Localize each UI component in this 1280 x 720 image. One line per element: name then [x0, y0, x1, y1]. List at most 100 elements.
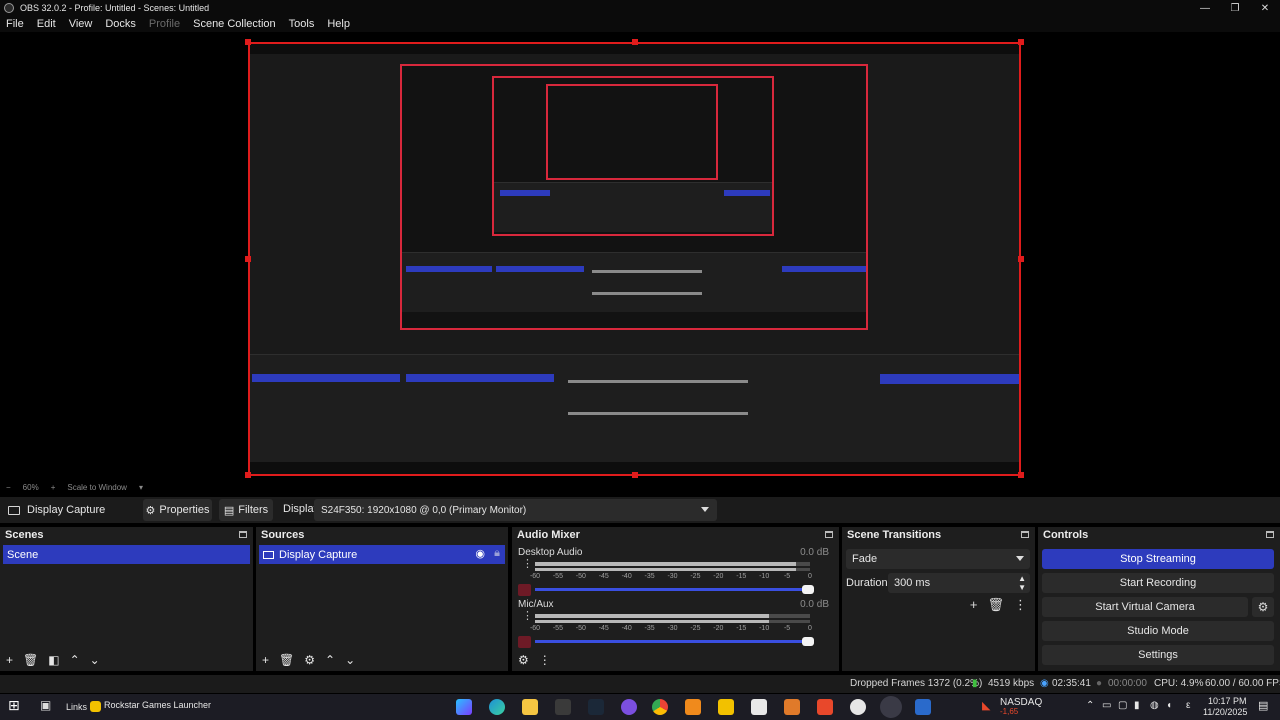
meter-scale: -60 -55 -50 -45 -40 -35 -30 -25 -20 -15 -10 -5 0 — [530, 625, 812, 633]
zoom-in-icon[interactable]: + — [51, 483, 56, 492]
move-down-icon[interactable]: ⌄ — [90, 653, 100, 667]
ime-indicator[interactable]: ε — [1186, 700, 1190, 711]
store-icon[interactable] — [751, 699, 767, 715]
add-icon[interactable]: + — [6, 653, 13, 667]
steam-icon[interactable] — [915, 699, 931, 715]
volume-slider[interactable] — [535, 585, 814, 594]
window-title: OBS 32.0.2 - Profile: Untitled - Scenes:… — [20, 3, 210, 13]
mixer-settings-icon[interactable]: ⚙ — [518, 653, 529, 667]
clock-date[interactable]: 11/20/2025 — [1203, 707, 1247, 717]
chevron-down-icon[interactable]: ▾ — [139, 483, 143, 492]
edge-icon[interactable] — [489, 699, 505, 715]
resize-handle[interactable] — [245, 472, 251, 478]
duration-input[interactable]: 300 ms ▲ ▼ — [888, 573, 1030, 593]
menu-file[interactable]: File — [6, 18, 24, 30]
start-virtual-camera-button[interactable]: Start Virtual Camera — [1042, 597, 1248, 617]
virtual-camera-settings-button[interactable]: ⚙ — [1252, 597, 1274, 617]
resize-handle[interactable] — [632, 39, 638, 45]
resize-handle[interactable] — [1018, 472, 1024, 478]
zoom-out-icon[interactable]: − — [6, 483, 11, 492]
mic-mute-icon[interactable] — [518, 636, 531, 648]
gear-icon[interactable]: ⚙ — [304, 653, 315, 667]
chevron-up-icon[interactable]: ⌃ — [1086, 700, 1094, 711]
tray-icon[interactable]: ▢ — [1118, 700, 1127, 711]
menu-edit[interactable]: Edit — [37, 18, 56, 30]
settings-button[interactable]: Settings — [1042, 645, 1274, 665]
menu-view[interactable]: View — [69, 18, 93, 30]
copilot-icon[interactable] — [456, 699, 472, 715]
vlc-icon[interactable] — [685, 699, 701, 715]
more-options-icon[interactable]: ⋮ — [522, 611, 533, 622]
more-options-icon[interactable]: ⋮ — [1014, 597, 1027, 613]
clock-time[interactable]: 10:17 PM — [1208, 696, 1247, 706]
more-options-icon[interactable]: ⋮ — [522, 559, 533, 570]
rockstar-icon[interactable] — [718, 699, 734, 715]
properties-button[interactable]: ⚙ Properties — [143, 499, 212, 521]
source-item[interactable]: Display Capture ◉ 🔒︎ — [259, 545, 505, 564]
add-icon[interactable]: + — [262, 653, 269, 667]
network-icon[interactable]: ◍ — [1150, 700, 1159, 711]
undock-icon[interactable] — [1021, 531, 1029, 538]
brave-icon[interactable] — [817, 699, 833, 715]
more-options-icon[interactable]: ⋮ — [539, 653, 551, 667]
notepad-icon[interactable] — [784, 699, 800, 715]
preview-canvas[interactable] — [248, 42, 1021, 476]
maximize-button[interactable]: ❐ — [1220, 0, 1250, 16]
move-up-icon[interactable]: ⌃ — [325, 653, 335, 667]
menu-scene-collection[interactable]: Scene Collection — [193, 18, 276, 30]
chrome-icon[interactable] — [652, 699, 668, 715]
resize-handle[interactable] — [632, 472, 638, 478]
discord-icon[interactable] — [621, 699, 637, 715]
add-icon[interactable]: + — [970, 597, 978, 613]
minimize-button[interactable]: — — [1190, 0, 1220, 16]
captured-preview-level2 — [492, 76, 774, 236]
resize-handle[interactable] — [1018, 256, 1024, 262]
scene-item[interactable]: Scene — [3, 545, 250, 564]
start-recording-button[interactable]: Start Recording — [1042, 573, 1274, 593]
rockstar-icon[interactable] — [90, 701, 101, 712]
task-view-icon[interactable]: ▣ — [40, 698, 56, 714]
move-down-icon[interactable]: ⌄ — [345, 653, 355, 667]
filters-button[interactable]: ▤ Filters — [219, 499, 273, 521]
stop-streaming-button[interactable]: Stop Streaming — [1042, 549, 1274, 569]
obs-taskbar-icon[interactable] — [880, 696, 902, 718]
studio-mode-button[interactable]: Studio Mode — [1042, 621, 1274, 641]
scale-mode-select[interactable]: Scale to Window — [67, 483, 127, 492]
filter-icon[interactable]: ◧ — [48, 653, 59, 667]
menu-profile[interactable]: Profile — [149, 18, 180, 30]
spin-arrows-icon[interactable]: ▲ ▼ — [1018, 574, 1026, 592]
trash-icon[interactable]: 🗑 — [23, 653, 38, 667]
undock-icon[interactable] — [825, 531, 833, 538]
resize-handle[interactable] — [245, 39, 251, 45]
resize-handle[interactable] — [245, 256, 251, 262]
eye-icon[interactable]: ◉ — [475, 547, 485, 560]
close-button[interactable]: ✕ — [1250, 0, 1280, 16]
settings-icon[interactable] — [850, 699, 866, 715]
rockstar-launcher-link[interactable]: Rockstar Games Launcher — [104, 700, 211, 710]
move-up-icon[interactable]: ⌃ — [70, 653, 80, 667]
steam-icon[interactable] — [588, 699, 604, 715]
menu-docks[interactable]: Docks — [105, 18, 136, 30]
links-toolbar[interactable]: Links — [66, 702, 87, 712]
meter-tick-label: -60 — [529, 625, 541, 632]
volume-slider[interactable] — [535, 637, 814, 646]
calculator-icon[interactable] — [555, 699, 571, 715]
windows-start-icon[interactable]: ⊞ — [8, 697, 24, 713]
volume-icon[interactable]: ◖ — [1166, 700, 1172, 711]
undock-icon[interactable] — [239, 531, 247, 538]
preview-area[interactable] — [0, 32, 1280, 480]
menu-help[interactable]: Help — [327, 18, 350, 30]
transition-select[interactable]: Fade — [846, 549, 1030, 569]
trash-icon[interactable]: 🗑 — [987, 597, 1004, 613]
speaker-mute-icon[interactable] — [518, 584, 531, 596]
display-select[interactable]: S24F350: 1920x1080 @ 0,0 (Primary Monito… — [314, 499, 717, 521]
resize-handle[interactable] — [1018, 39, 1024, 45]
file-explorer-icon[interactable] — [522, 699, 538, 715]
lock-icon[interactable]: 🔒︎ — [494, 547, 500, 560]
tray-icon[interactable]: ▮ — [1134, 700, 1140, 711]
notification-icon[interactable]: ▤ — [1258, 699, 1268, 712]
tray-icon[interactable]: ▭ — [1102, 700, 1111, 711]
trash-icon[interactable]: 🗑 — [279, 653, 294, 667]
undock-icon[interactable] — [1266, 531, 1274, 538]
menu-tools[interactable]: Tools — [289, 18, 315, 30]
